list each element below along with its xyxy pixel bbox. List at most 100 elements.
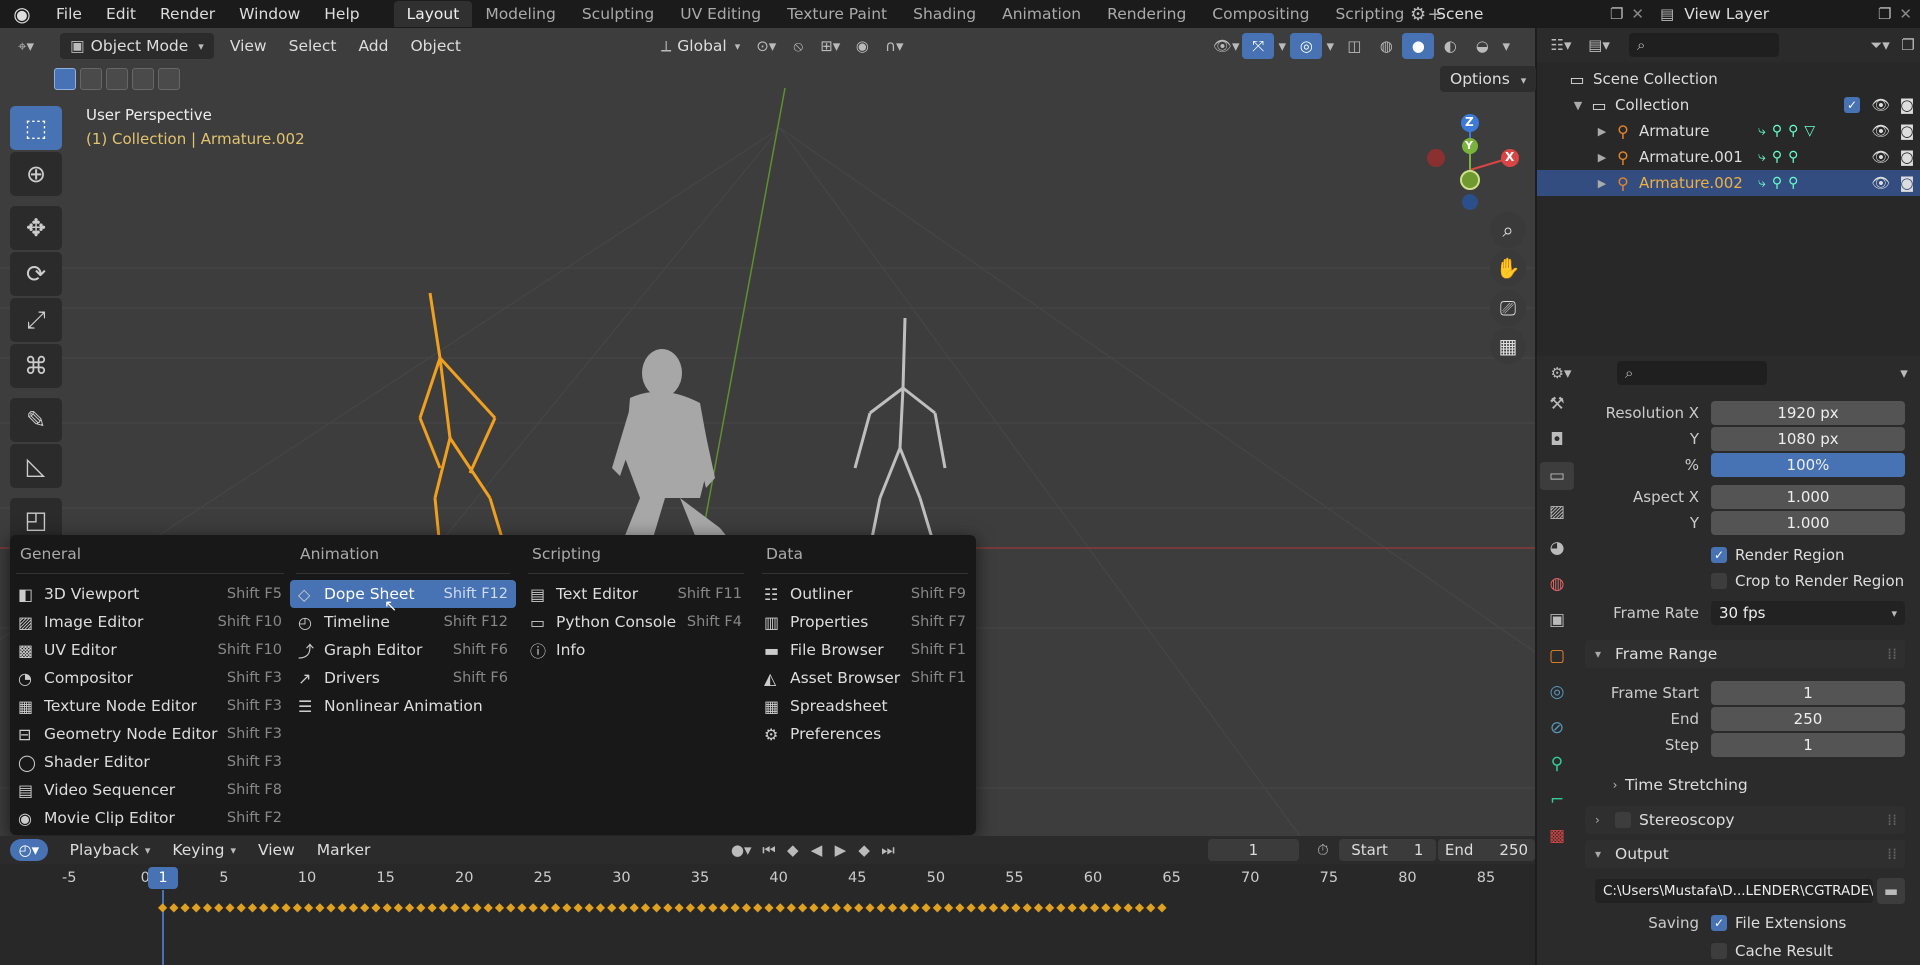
menu-edit[interactable]: Edit	[94, 0, 148, 28]
resolution-x-field[interactable]: 1920 px	[1711, 401, 1905, 425]
ortho-toggle-icon[interactable]: ▦	[1490, 328, 1526, 364]
move-tool-icon[interactable]: ✥	[10, 206, 62, 250]
mesh-character[interactable]	[612, 349, 740, 553]
menu-add[interactable]: Add	[348, 33, 398, 59]
play-icon[interactable]: ▶	[828, 837, 852, 863]
prev-keyframe-icon[interactable]: ◆	[781, 837, 805, 863]
crop-region-checkbox[interactable]: Crop to Render Region	[1711, 572, 1904, 590]
menu-item-shader-editor[interactable]: ◯ Shader Editor Shift F3	[10, 748, 290, 776]
annotate-tool-icon[interactable]: ✎	[10, 398, 62, 442]
camera-icon[interactable]: ◙	[1894, 148, 1920, 166]
physics-tab-icon[interactable]: ◎	[1540, 678, 1574, 706]
folder-icon[interactable]: ▬	[1877, 878, 1905, 904]
frame-rate-dropdown[interactable]: 30 fps ▾	[1711, 601, 1905, 625]
new-collection-icon[interactable]: ❐	[1896, 32, 1920, 58]
stereoscopy-section[interactable]: › Stereoscopy ⁞⁞	[1585, 806, 1905, 834]
menu-help[interactable]: Help	[312, 0, 371, 28]
eye-icon[interactable]: 👁	[1868, 122, 1894, 140]
expand-triangle-icon[interactable]: ▶	[1593, 125, 1611, 138]
current-frame-field[interactable]: 1	[1207, 839, 1300, 861]
proportional-edit-icon[interactable]: ◉	[846, 33, 878, 59]
eye-icon[interactable]: 👁	[1868, 174, 1894, 192]
close-icon[interactable]: ✕	[1631, 5, 1644, 23]
select-intersect-icon[interactable]	[158, 68, 180, 90]
xray-icon[interactable]: ◫	[1338, 33, 1370, 59]
menu-item-file-browser[interactable]: ▬ File Browser Shift F1	[756, 636, 974, 664]
menu-item-video-sequencer[interactable]: ▤ Video Sequencer Shift F8	[10, 776, 290, 804]
output-section[interactable]: ▾ Output ⁞⁞	[1585, 840, 1905, 868]
play-reverse-icon[interactable]: ◀	[805, 837, 829, 863]
menu-file[interactable]: File	[44, 0, 94, 28]
navigation-gizmo[interactable]: Z X Y	[1410, 108, 1520, 218]
menu-item-info[interactable]: ⓘ Info	[522, 636, 750, 664]
menu-item-text-editor[interactable]: ▤ Text Editor Shift F11	[522, 580, 750, 608]
frame-step-field[interactable]: 1	[1711, 733, 1905, 757]
constraints-tab-icon[interactable]: ⊘	[1540, 714, 1574, 742]
drag-handle-icon[interactable]: ⁞⁞	[1887, 645, 1897, 663]
properties-search-input[interactable]: ⌕	[1617, 361, 1767, 385]
outliner-editor-icon[interactable]: ☷▾	[1545, 32, 1577, 58]
snap-icon[interactable]: ⦸	[782, 33, 814, 59]
menu-view[interactable]: View	[220, 33, 277, 59]
render-tab-icon[interactable]: ◘	[1540, 426, 1574, 454]
outliner-item-armature-002[interactable]: ▶ ⚲ Armature.002 ⤷⚲⚲ 👁 ◙	[1537, 170, 1920, 196]
jump-start-icon[interactable]: ⏮	[757, 837, 781, 863]
expand-triangle-icon[interactable]: ▼	[1569, 99, 1587, 112]
pan-hand-icon[interactable]: ✋	[1490, 250, 1526, 286]
armature-001[interactable]	[853, 317, 947, 549]
texture-tab-icon[interactable]: ▩	[1540, 822, 1574, 850]
drag-handle-icon[interactable]: ⁞⁞	[1887, 845, 1897, 863]
menu-render[interactable]: Render	[148, 0, 227, 28]
blender-logo-icon[interactable]: ◉	[0, 0, 44, 28]
rendered-shading-icon[interactable]: ◒	[1466, 33, 1498, 59]
select-invert-icon[interactable]	[132, 68, 154, 90]
chevron-down-icon[interactable]: ▾	[1498, 33, 1514, 59]
camera-icon[interactable]: ◙	[1894, 122, 1920, 140]
world-tab-icon[interactable]: ◍	[1540, 570, 1574, 598]
new-scene-icon[interactable]: ❐	[1610, 5, 1623, 23]
outliner-item-armature-001[interactable]: ▶ ⚲ Armature.001 ⤷⚲⚲ 👁 ◙	[1537, 144, 1920, 170]
transform-tool-icon[interactable]: ⌘	[10, 344, 62, 388]
overlay-toggle-icon[interactable]: ◎	[1290, 33, 1323, 59]
select-subtract-icon[interactable]	[106, 68, 128, 90]
zoom-icon[interactable]: ⌕	[1490, 212, 1526, 248]
tab-shading[interactable]: Shading	[900, 1, 989, 27]
stopwatch-icon[interactable]: ⏱	[1307, 837, 1339, 863]
menu-item-3d-viewport[interactable]: ◧ 3D Viewport Shift F5	[10, 580, 290, 608]
drag-handle-icon[interactable]: ⁞⁞	[1887, 811, 1897, 829]
object-tab-icon[interactable]: ▢	[1540, 642, 1574, 670]
chevron-down-icon[interactable]: ▾	[1322, 33, 1338, 59]
expand-triangle-icon[interactable]: ▶	[1593, 177, 1611, 190]
menu-item-graph-editor[interactable]: ⤴ Graph Editor Shift F6	[290, 636, 516, 664]
editor-type-icon[interactable]: ⌖▾	[10, 33, 42, 59]
menu-view[interactable]: View	[248, 837, 305, 863]
stereoscopy-checkbox[interactable]	[1615, 812, 1631, 828]
view-layer-name[interactable]: View Layer	[1684, 5, 1769, 23]
output-tab-icon[interactable]: ▭	[1540, 462, 1574, 490]
camera-icon[interactable]: ◙	[1894, 96, 1920, 114]
menu-object[interactable]: Object	[400, 33, 470, 59]
frame-start-field[interactable]: 1	[1711, 681, 1905, 705]
menu-marker[interactable]: Marker	[307, 837, 381, 863]
menu-item-python-console[interactable]: ▭ Python Console Shift F4	[522, 608, 750, 636]
menu-item-spreadsheet[interactable]: ▦ Spreadsheet	[756, 692, 974, 720]
filter-icon[interactable]: ⏷▾	[1864, 32, 1896, 58]
collection-row[interactable]: ▼ ▭ Collection ✓ 👁 ◙	[1537, 92, 1920, 118]
display-mode-icon[interactable]: ▤▾	[1583, 32, 1615, 58]
menu-item-uv-editor[interactable]: ▩ UV Editor Shift F10	[10, 636, 290, 664]
next-keyframe-icon[interactable]: ◆	[852, 837, 876, 863]
close-icon[interactable]: ✕	[1899, 5, 1912, 23]
measure-tool-icon[interactable]: ◺	[10, 444, 62, 488]
cursor-tool-icon[interactable]: ⊕	[10, 152, 62, 196]
tab-animation[interactable]: Animation	[989, 1, 1094, 27]
frame-range-section[interactable]: ▾ Frame Range ⁞⁞	[1585, 640, 1905, 668]
keyframe-row[interactable]: ◆◆◆◆◆◆◆◆◆◆◆◆◆◆◆◆◆◆◆◆◆◆◆◆◆◆◆◆◆◆◆◆◆◆◆◆◆◆◆◆…	[158, 900, 1510, 920]
armature-data-tab-icon[interactable]: ⚲	[1540, 750, 1574, 778]
tab-compositing[interactable]: Compositing	[1199, 1, 1322, 27]
menu-item-texture-node-editor[interactable]: ▦ Texture Node Editor Shift F3	[10, 692, 290, 720]
menu-item-outliner[interactable]: ☷ Outliner Shift F9	[756, 580, 974, 608]
outliner-item-armature[interactable]: ▶ ⚲ Armature ⤷⚲⚲▽ 👁 ◙	[1537, 118, 1920, 144]
menu-item-image-editor[interactable]: ▨ Image Editor Shift F10	[10, 608, 290, 636]
falloff-icon[interactable]: ∩▾	[878, 33, 910, 59]
gizmo-toggle-icon[interactable]: ⤧	[1242, 33, 1275, 59]
